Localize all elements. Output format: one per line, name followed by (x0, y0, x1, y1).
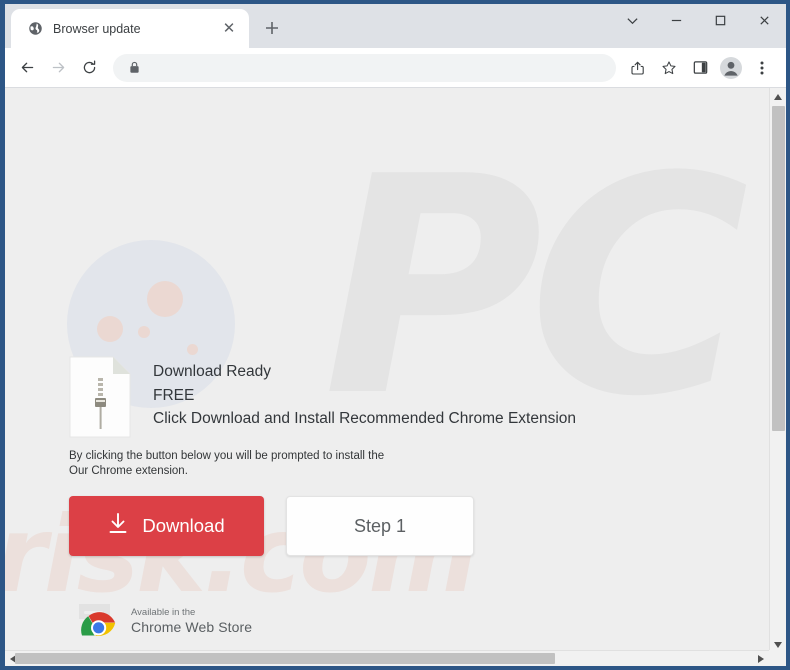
hero-section: Download Ready FREE Click Download and I… (69, 356, 576, 438)
side-panel-icon (693, 61, 707, 74)
zip-file-icon (69, 356, 131, 438)
hero-text-block: Download Ready FREE Click Download and I… (153, 356, 576, 431)
decorative-dot (187, 344, 198, 355)
step-button-label: Step 1 (353, 515, 407, 536)
fine-print-line-2: Our Chrome extension. (69, 465, 188, 477)
vertical-scrollbar-thumb[interactable] (772, 106, 785, 431)
minimize-icon[interactable] (654, 4, 698, 37)
menu-button[interactable] (747, 53, 777, 83)
chrome-web-store-badge[interactable]: Available in the Chrome Web Store (79, 602, 252, 642)
plus-icon (266, 22, 278, 34)
window-controls (610, 4, 786, 37)
hero-line-2: FREE (153, 386, 195, 404)
share-button[interactable] (623, 53, 653, 83)
chevron-down-icon[interactable] (610, 4, 654, 37)
download-button-label: Download (142, 515, 225, 536)
hero-line-3: Click Download and Install Recommended C… (153, 410, 577, 427)
profile-avatar-icon (720, 56, 742, 79)
horizontal-scrollbar[interactable] (5, 650, 786, 666)
back-arrow-icon (21, 62, 33, 73)
star-icon (662, 60, 676, 74)
fine-print: By clicking the button below you will be… (69, 449, 384, 479)
download-arrow-icon (108, 512, 128, 540)
web-page: PC risk.com (5, 88, 769, 653)
scroll-right-arrow-icon[interactable] (753, 651, 769, 666)
forward-arrow-icon (52, 62, 64, 73)
browser-tab[interactable]: Browser update ✕ (11, 9, 249, 48)
horizontal-scrollbar-thumb[interactable] (15, 653, 555, 664)
padlock-icon[interactable] (125, 59, 143, 77)
decorative-dot (147, 281, 183, 317)
side-panel-button[interactable] (685, 53, 715, 83)
download-button[interactable]: Download (69, 496, 264, 556)
cws-available-label: Available in the (131, 607, 196, 619)
cws-store-label: Chrome Web Store (131, 619, 253, 636)
globe-icon (27, 21, 43, 37)
fine-print-line-1: By clicking the button below you will be… (69, 450, 385, 462)
scroll-up-arrow-icon[interactable] (770, 88, 786, 105)
maximize-icon[interactable] (698, 4, 742, 37)
address-bar[interactable] (113, 53, 616, 82)
back-button[interactable] (12, 53, 42, 83)
profile-button[interactable] (716, 53, 746, 83)
new-tab-button[interactable] (258, 14, 286, 42)
browser-window-inner: Browser update ✕ PC Download Ready FREE … (5, 4, 786, 666)
tab-title: Browser update (53, 21, 141, 36)
close-icon[interactable] (742, 4, 786, 37)
browser-toolbar (5, 48, 786, 88)
forward-button[interactable] (43, 53, 73, 83)
reload-icon (83, 60, 95, 74)
decorative-dot (97, 316, 123, 342)
decorative-dot (138, 326, 150, 338)
share-icon (631, 61, 644, 75)
chrome-web-store-text: Available in the Chrome Web Store (131, 607, 253, 636)
chrome-logo-icon (79, 602, 122, 642)
button-row: Download Step 1 (69, 496, 474, 556)
three-dot-menu-icon (760, 61, 764, 74)
scrollbar-corner (769, 650, 786, 666)
hero-line-1: Download Ready (153, 363, 272, 380)
step-button[interactable]: Step 1 (286, 496, 474, 556)
browser-window: Browser update ✕ PC Download Ready FREE … (0, 0, 790, 670)
bookmark-button[interactable] (654, 53, 684, 83)
tab-close-icon[interactable]: ✕ (219, 19, 239, 39)
tab-strip: Browser update ✕ (5, 4, 786, 48)
reload-button[interactable] (74, 53, 104, 83)
page-viewport: PC risk.com (5, 88, 786, 666)
vertical-scrollbar[interactable] (769, 88, 786, 653)
